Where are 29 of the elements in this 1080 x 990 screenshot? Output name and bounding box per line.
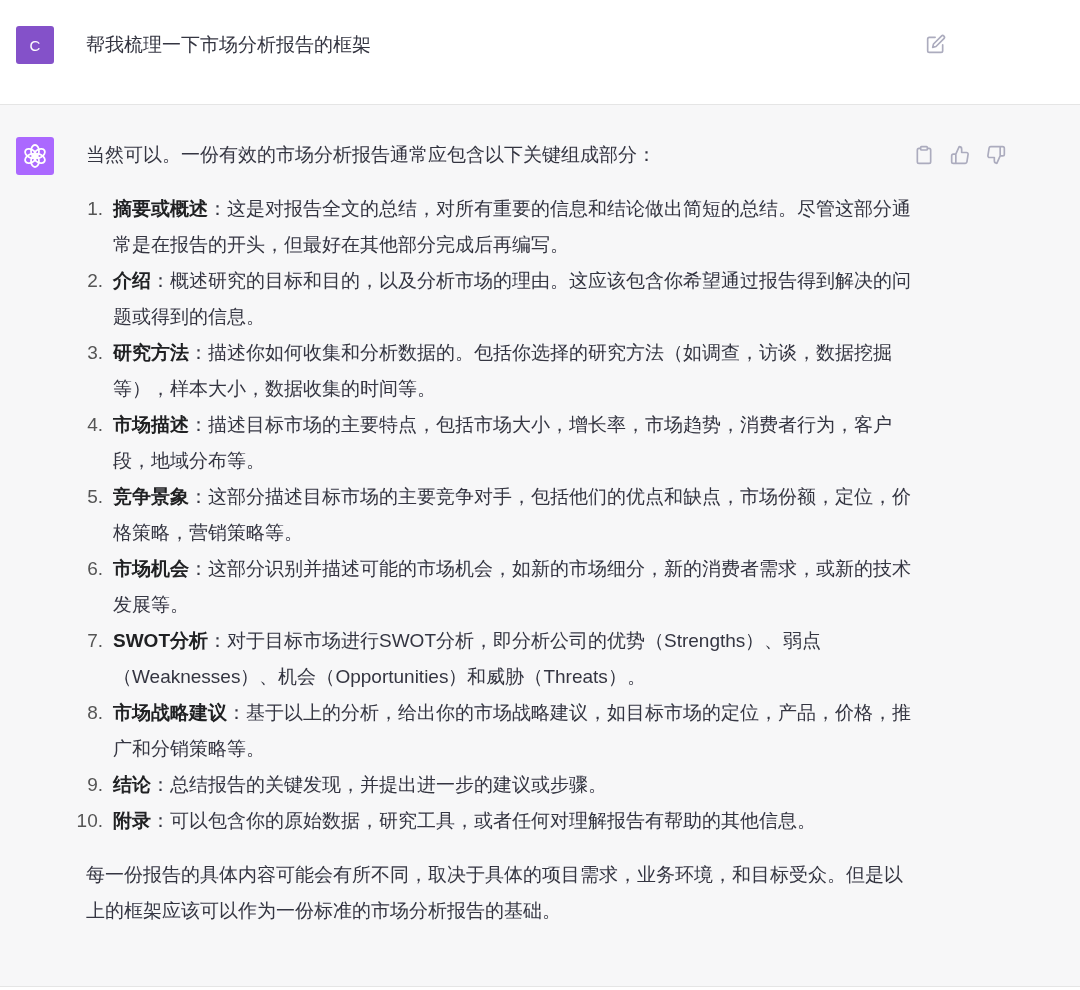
list-number: 2.	[86, 269, 104, 293]
clipboard-icon[interactable]	[914, 145, 934, 165]
knot-logo-icon	[22, 143, 48, 169]
list-number: 3.	[86, 341, 104, 365]
list-item-text: 介绍：概述研究的目标和目的，以及分析市场的理由。这应该包含你希望通过报告得到解决的问题或得到的信息。	[113, 269, 912, 329]
list-number: 10.	[76, 809, 104, 833]
list-item-text: 附录：可以包含你的原始数据，研究工具，或者任何对理解报告有帮助的其他信息。	[113, 809, 817, 833]
list-item-text: 竞争景象：这部分描述目标市场的主要竞争对手，包括他们的优点和缺点，市场份额，定位，价格策略，营销策略等。	[113, 485, 912, 545]
list-item-text: 摘要或概述：这是对报告全文的总结，对所有重要的信息和结论做出简短的总结。尽管这部分通常是在报告的开头，但最好在其他部分完成后再编写。	[113, 197, 912, 257]
closing-text: 每一份报告的具体内容可能会有所不同，取决于具体的项目需求，业务环境，和目标受众。但是以上的框架应该可以作为一份标准的市场分析报告的基础。	[86, 863, 904, 923]
list-number: 7.	[86, 629, 104, 653]
list-number: 9.	[86, 773, 104, 797]
user-message-text: 帮我梳理一下市场分析报告的框架	[86, 33, 372, 57]
edit-icon[interactable]	[926, 34, 946, 54]
user-avatar: C	[16, 26, 54, 64]
thumbs-up-icon[interactable]	[950, 145, 970, 165]
list-number: 4.	[86, 413, 104, 437]
list-item-text: 结论：总结报告的关键发现，并提出进一步的建议或步骤。	[113, 773, 608, 797]
list-item-text: 市场机会：这部分识别并描述可能的市场机会，如新的市场细分，新的消费者需求，或新的技术发展等。	[113, 557, 912, 617]
list-item-text: SWOT分析：对于目标市场进行SWOT分析，即分析公司的优势（Strengths）、弱点（Weaknesses）、机会（Opportunities）和威胁（Threats）。	[113, 629, 823, 689]
thumbs-down-icon[interactable]	[986, 145, 1006, 165]
list-item-text: 研究方法：描述你如何收集和分析数据的。包括你选择的研究方法（如调查，访谈，数据挖掘等），样本大小，数据收集的时间等。	[113, 341, 893, 401]
list-number: 1.	[86, 197, 104, 221]
list-number: 8.	[86, 701, 104, 725]
list-item-text: 市场描述：描述目标市场的主要特点，包括市场大小，增长率，市场趋势，消费者行为，客户段，地域分布等。	[113, 413, 893, 473]
list-number: 6.	[86, 557, 104, 581]
intro-text: 当然可以。一份有效的市场分析报告通常应包含以下关键组成部分：	[86, 143, 657, 167]
list-number: 5.	[86, 485, 104, 509]
list-item-text: 市场战略建议：基于以上的分析，给出你的市场战略建议，如目标市场的定位，产品，价格，推广和分销策略等。	[113, 701, 912, 761]
